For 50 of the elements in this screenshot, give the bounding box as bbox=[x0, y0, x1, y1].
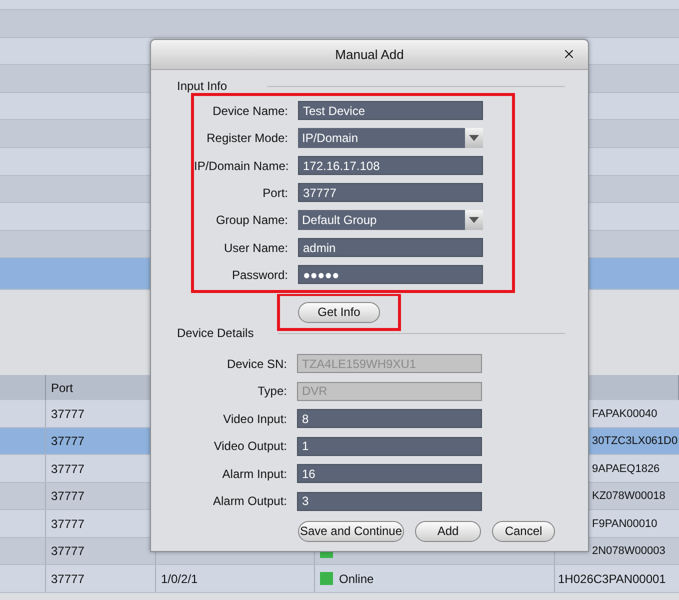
field-label: Port: bbox=[262, 186, 288, 200]
input-field[interactable]: 16 bbox=[297, 464, 482, 484]
dropdown[interactable]: IP/Domain bbox=[298, 128, 483, 148]
table-cell: 37777 bbox=[51, 462, 84, 476]
field-label: Password: bbox=[230, 268, 288, 282]
field-label: Device Name: bbox=[212, 104, 288, 118]
table-cell: 37777 bbox=[51, 406, 84, 421]
field-label: Device SN: bbox=[226, 356, 287, 370]
table-cell: 30TZC3LX061D0 bbox=[592, 435, 678, 448]
field-label: Video Input: bbox=[222, 412, 287, 426]
table-cell: 9APAEQ1826 bbox=[592, 462, 660, 475]
dropdown[interactable]: Default Group bbox=[298, 210, 483, 230]
table-cell: 37777 bbox=[51, 572, 84, 586]
field-label: Alarm Output: bbox=[212, 494, 287, 508]
dialog-title: Manual Add bbox=[335, 47, 404, 62]
field-label: Register Mode: bbox=[206, 131, 288, 145]
table-cell: F9PAN00010 bbox=[592, 518, 658, 530]
get-info-button[interactable]: Get Info bbox=[298, 302, 380, 322]
table-cell: 37777 bbox=[51, 516, 84, 531]
table-cell: 37777 bbox=[51, 544, 84, 558]
table-cell: 37777 bbox=[51, 489, 84, 504]
input-field[interactable]: 3 bbox=[297, 492, 482, 511]
input-field[interactable]: 172.16.17.108 bbox=[298, 156, 483, 175]
input-field[interactable]: ●●●●● bbox=[298, 265, 483, 284]
input-field[interactable]: 37777 bbox=[298, 183, 483, 202]
table-cell: KZ078W00018 bbox=[592, 490, 666, 502]
input-field[interactable]: Test Device bbox=[298, 101, 483, 120]
column-header[interactable]: Port bbox=[51, 380, 74, 395]
table-cell: 2N078W00003 bbox=[592, 545, 666, 558]
input-field[interactable]: 8 bbox=[297, 409, 482, 428]
field-label: Group Name: bbox=[214, 213, 288, 227]
status-text: Online bbox=[339, 572, 374, 586]
input-field[interactable]: 1 bbox=[297, 436, 482, 456]
section-title: Device Details bbox=[177, 326, 254, 340]
table-cell: 37777 bbox=[51, 434, 84, 448]
field-label: Type: bbox=[256, 384, 287, 398]
field-label: IP/Domain Name: bbox=[194, 158, 288, 172]
save-and-continue-button[interactable]: Save and Continue bbox=[298, 520, 404, 542]
table-cell: 1H026C3PAN00001 bbox=[558, 572, 666, 586]
table-row[interactable]: 37777 1/0/2/1 Online 1H026C3PAN00001 bbox=[0, 565, 679, 593]
section-title: Input Info bbox=[177, 79, 228, 93]
field-label: Alarm Input: bbox=[221, 466, 287, 481]
table-cell: FAPAK00040 bbox=[592, 408, 658, 420]
input-field[interactable]: admin bbox=[298, 238, 483, 257]
field-label: User Name: bbox=[222, 240, 288, 254]
add-button[interactable]: Add bbox=[415, 520, 481, 542]
cancel-button[interactable]: Cancel bbox=[492, 520, 555, 542]
table-cell: 1/0/2/1 bbox=[161, 572, 198, 586]
field-label: Video Output: bbox=[212, 439, 287, 454]
close-icon[interactable] bbox=[562, 47, 576, 61]
